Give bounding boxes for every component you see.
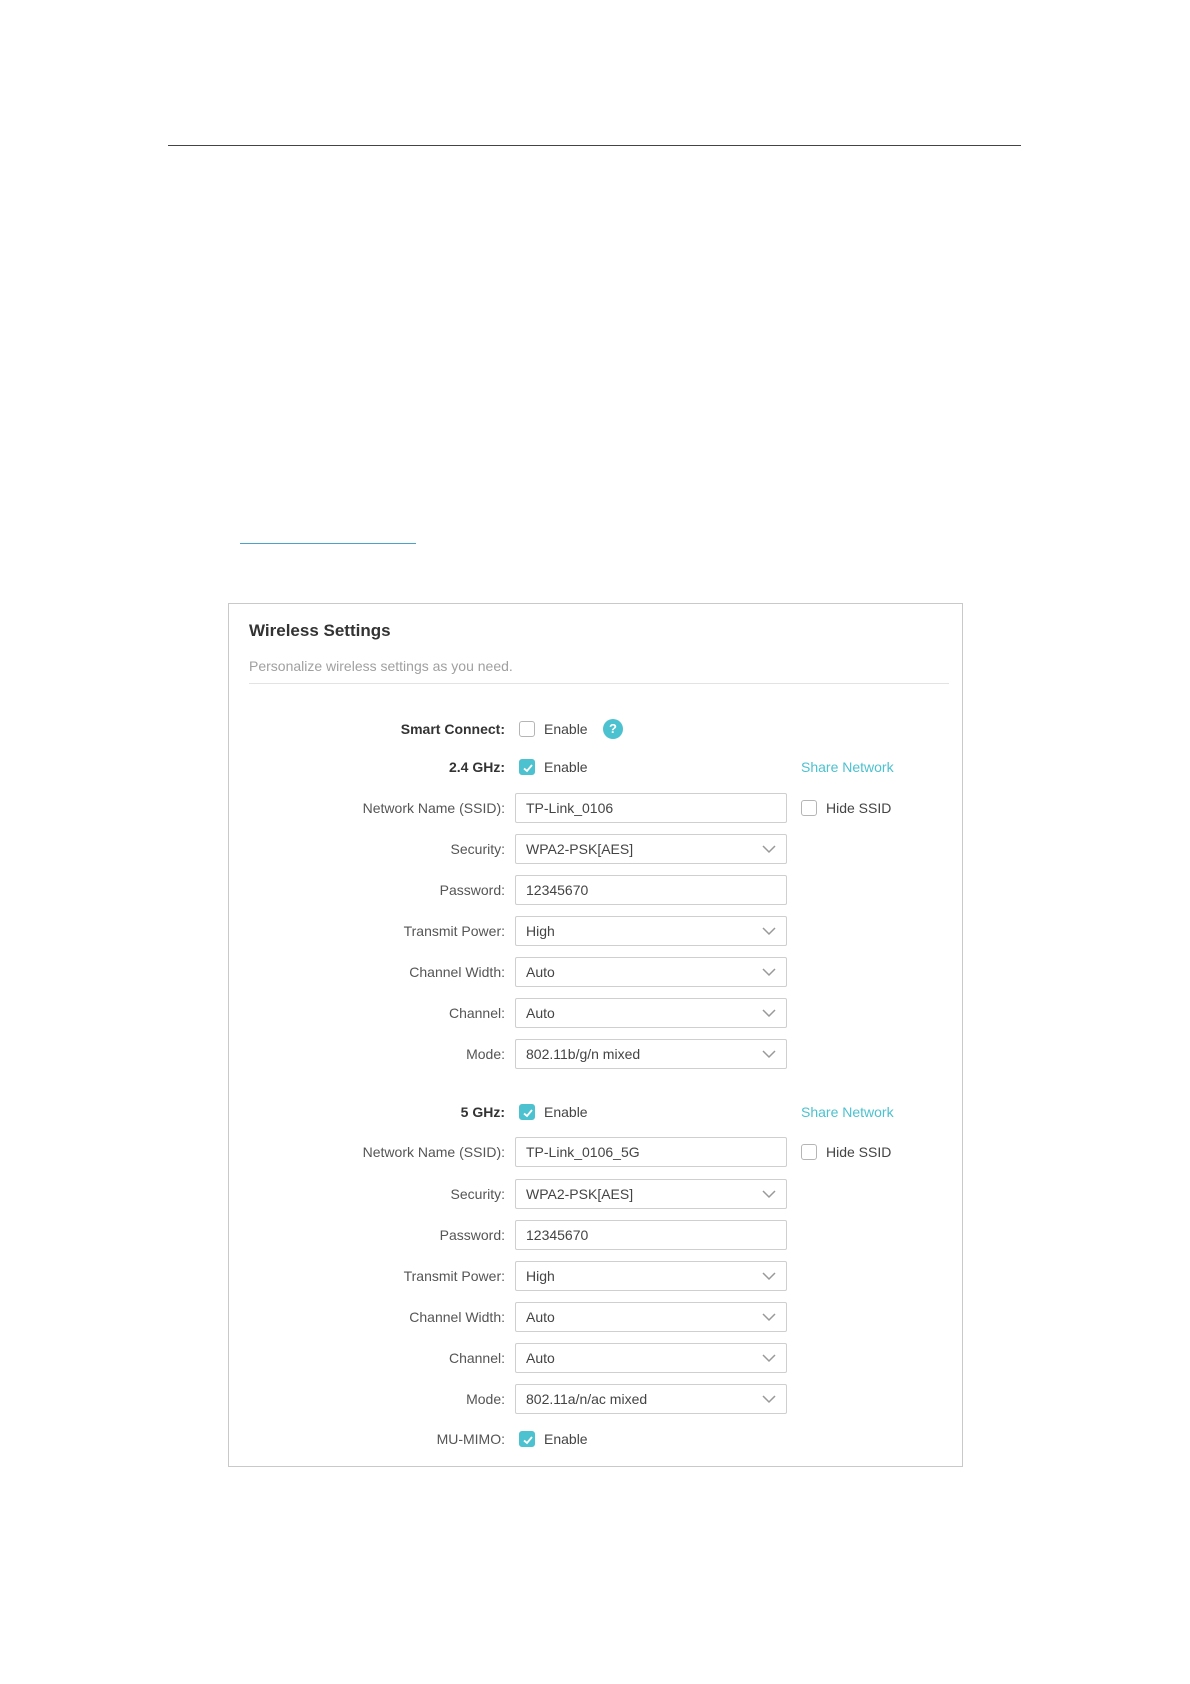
- chevron-down-icon: [762, 1313, 776, 1322]
- chevron-down-icon: [762, 1190, 776, 1199]
- smart-connect-row: Smart Connect: Enable ?: [229, 714, 962, 744]
- band-5-hide-ssid-label[interactable]: Hide SSID: [826, 1137, 891, 1167]
- band-24-enable-label[interactable]: Enable: [544, 752, 588, 782]
- smart-connect-checkbox[interactable]: [519, 721, 535, 737]
- band-5-transmit-power-row: Transmit Power: High: [229, 1261, 962, 1291]
- band-5-enable-label[interactable]: Enable: [544, 1097, 588, 1127]
- band-24-security-value: WPA2-PSK[AES]: [526, 841, 634, 857]
- band-24-mode-select[interactable]: 802.11b/g/n mixed: [515, 1039, 787, 1069]
- question-icon[interactable]: ?: [603, 719, 623, 739]
- band-5-password-value: 12345670: [526, 1227, 589, 1243]
- chevron-down-icon: [762, 845, 776, 854]
- band-5-ssid-input[interactable]: TP-Link_0106_5G: [515, 1137, 787, 1167]
- band-24-password-label: Password:: [439, 882, 505, 898]
- chevron-down-icon: [762, 1395, 776, 1404]
- chevron-down-icon: [762, 968, 776, 977]
- chevron-down-icon: [762, 1009, 776, 1018]
- band-5-mode-value: 802.11a/n/ac mixed: [526, 1391, 648, 1407]
- band-5-ssid-label: Network Name (SSID):: [362, 1144, 505, 1160]
- band-24-password-value: 12345670: [526, 882, 589, 898]
- band-5-mode-row: Mode: 802.11a/n/ac mixed: [229, 1384, 962, 1414]
- band-24-channel-value: Auto: [526, 1005, 555, 1021]
- smart-connect-label: Smart Connect:: [400, 721, 505, 737]
- band-5-mode-label: Mode:: [466, 1391, 505, 1407]
- band-5-ssid-value: TP-Link_0106_5G: [526, 1144, 640, 1160]
- band-24-channel-width-select[interactable]: Auto: [515, 957, 787, 987]
- band-5-password-input[interactable]: 12345670: [515, 1220, 787, 1250]
- band-24-mode-value: 802.11b/g/n mixed: [526, 1046, 641, 1062]
- chevron-down-icon: [762, 1050, 776, 1059]
- band-5-password-row: Password: 12345670: [229, 1220, 962, 1250]
- band-5-channel-width-select[interactable]: Auto: [515, 1302, 787, 1332]
- band-24-security-label: Security:: [450, 841, 505, 857]
- band-24-channel-width-label: Channel Width:: [409, 964, 505, 980]
- smart-connect-enable-label[interactable]: Enable: [544, 714, 588, 744]
- link-underline: [240, 543, 416, 544]
- band-24-channel-row: Channel: Auto: [229, 998, 962, 1028]
- panel-subtitle: Personalize wireless settings as you nee…: [249, 658, 513, 674]
- band-24-enable-checkbox[interactable]: [519, 759, 535, 775]
- band-24-share-network-link[interactable]: Share Network: [801, 752, 894, 782]
- band-5-security-row: Security: WPA2-PSK[AES]: [229, 1179, 962, 1209]
- check-icon: [523, 1109, 533, 1118]
- band-24-security-row: Security: WPA2-PSK[AES]: [229, 834, 962, 864]
- band-24-transmit-power-row: Transmit Power: High: [229, 916, 962, 946]
- band-24-password-input[interactable]: 12345670: [515, 875, 787, 905]
- band-5-channel-row: Channel: Auto: [229, 1343, 962, 1373]
- band-5-share-network-link[interactable]: Share Network: [801, 1097, 894, 1127]
- band-24-row: 2.4 GHz: Enable Share Network: [229, 752, 962, 782]
- band-5-channel-label: Channel:: [448, 1350, 505, 1366]
- band-24-transmit-power-label: Transmit Power:: [403, 923, 505, 939]
- band-24-mode-label: Mode:: [466, 1046, 505, 1062]
- band-5-security-select[interactable]: WPA2-PSK[AES]: [515, 1179, 787, 1209]
- band-24-channel-label: Channel:: [448, 1005, 505, 1021]
- band-5-row: 5 GHz: Enable Share Network: [229, 1097, 962, 1127]
- band-5-channel-value: Auto: [526, 1350, 555, 1366]
- band-5-channel-width-row: Channel Width: Auto: [229, 1302, 962, 1332]
- chevron-down-icon: [762, 1354, 776, 1363]
- band-24-ssid-row: Network Name (SSID): TP-Link_0106 Hide S…: [229, 793, 962, 823]
- check-icon: [523, 764, 533, 773]
- mu-mimo-row: MU-MIMO: Enable: [229, 1424, 962, 1454]
- band-24-channel-width-value: Auto: [526, 964, 555, 980]
- band-5-channel-select[interactable]: Auto: [515, 1343, 787, 1373]
- band-5-ssid-row: Network Name (SSID): TP-Link_0106_5G Hid…: [229, 1137, 962, 1167]
- mu-mimo-enable-label[interactable]: Enable: [544, 1424, 588, 1454]
- band-5-security-label: Security:: [450, 1186, 505, 1202]
- band-5-transmit-power-value: High: [526, 1268, 555, 1284]
- band-24-hide-ssid-label[interactable]: Hide SSID: [826, 793, 891, 823]
- band-5-label: 5 GHz:: [460, 1104, 505, 1120]
- band-5-enable-checkbox[interactable]: [519, 1104, 535, 1120]
- band-24-label: 2.4 GHz:: [448, 759, 505, 775]
- top-divider: [168, 145, 1021, 146]
- band-24-security-select[interactable]: WPA2-PSK[AES]: [515, 834, 787, 864]
- band-5-mode-select[interactable]: 802.11a/n/ac mixed: [515, 1384, 787, 1414]
- band-5-security-value: WPA2-PSK[AES]: [526, 1186, 634, 1202]
- band-24-ssid-input[interactable]: TP-Link_0106: [515, 793, 787, 823]
- band-24-ssid-label: Network Name (SSID):: [362, 800, 505, 816]
- band-5-channel-width-label: Channel Width:: [409, 1309, 505, 1325]
- band-24-channel-select[interactable]: Auto: [515, 998, 787, 1028]
- band-24-transmit-power-value: High: [526, 923, 555, 939]
- panel-divider: [249, 683, 949, 684]
- band-5-transmit-power-select[interactable]: High: [515, 1261, 787, 1291]
- chevron-down-icon: [762, 1272, 776, 1281]
- wireless-settings-panel: Wireless Settings Personalize wireless s…: [228, 603, 963, 1467]
- band-5-channel-width-value: Auto: [526, 1309, 555, 1325]
- band-24-channel-width-row: Channel Width: Auto: [229, 957, 962, 987]
- band-5-transmit-power-label: Transmit Power:: [403, 1268, 505, 1284]
- panel-title: Wireless Settings: [249, 621, 391, 640]
- band-5-hide-ssid-checkbox[interactable]: [801, 1144, 817, 1160]
- band-24-hide-ssid-checkbox[interactable]: [801, 800, 817, 816]
- check-icon: [523, 1436, 533, 1445]
- chevron-down-icon: [762, 927, 776, 936]
- band-24-transmit-power-select[interactable]: High: [515, 916, 787, 946]
- band-24-mode-row: Mode: 802.11b/g/n mixed: [229, 1039, 962, 1069]
- mu-mimo-checkbox[interactable]: [519, 1431, 535, 1447]
- mu-mimo-label: MU-MIMO:: [436, 1431, 505, 1447]
- band-24-password-row: Password: 12345670: [229, 875, 962, 905]
- band-24-ssid-value: TP-Link_0106: [526, 800, 614, 816]
- band-5-password-label: Password:: [439, 1227, 505, 1243]
